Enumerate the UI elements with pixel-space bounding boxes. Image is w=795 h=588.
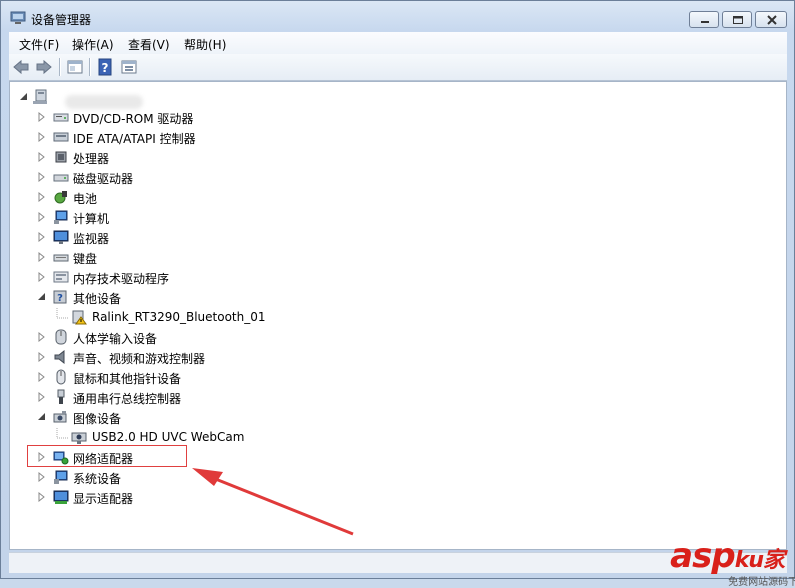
menu-file[interactable]: 文件(F) (19, 36, 59, 53)
minimize-button[interactable] (689, 11, 719, 28)
watermark-subtitle: 免费网站源码下载站 (728, 577, 795, 588)
back-icon[interactable] (12, 58, 30, 76)
toolbar-separator (59, 58, 60, 76)
device-manager-icon (10, 11, 26, 25)
toolbar: ? (9, 54, 787, 81)
menu-action[interactable]: 操作(A) (72, 36, 114, 53)
close-button[interactable] (755, 11, 787, 28)
forward-icon[interactable] (35, 58, 53, 76)
watermark-logo: aspku家 免费网站源码下载站 (670, 536, 795, 588)
annotation-arrow (192, 468, 354, 536)
window-title: 设备管理器 (31, 13, 92, 27)
device-manager-window: 设备管理器 文件(F) 操作(A) 查看(V) 帮助(H) ? DVD/CD-R… (0, 0, 795, 588)
watermark-suffix: 家 (762, 548, 785, 573)
help-icon[interactable]: ? (96, 58, 114, 76)
device-tree[interactable]: DVD/CD-ROM 驱动器 IDE ATA/ATAPI 控制器 处理器 磁盘驱动器电… (9, 81, 787, 550)
svg-text:?: ? (102, 61, 109, 75)
watermark-brand: asp (670, 536, 736, 576)
properties-icon[interactable] (66, 58, 84, 76)
menu-bar: 文件(F) 操作(A) 查看(V) 帮助(H) (9, 32, 787, 55)
menu-help[interactable]: 帮助(H) (184, 36, 226, 53)
show-hidden-icon[interactable] (120, 58, 138, 76)
title-bar[interactable]: 设备管理器 (1, 1, 794, 33)
toolbar-separator (89, 58, 90, 76)
menu-view[interactable]: 查看(V) (128, 36, 170, 53)
maximize-button[interactable] (722, 11, 752, 28)
watermark-brand-tail: ku (734, 548, 764, 573)
